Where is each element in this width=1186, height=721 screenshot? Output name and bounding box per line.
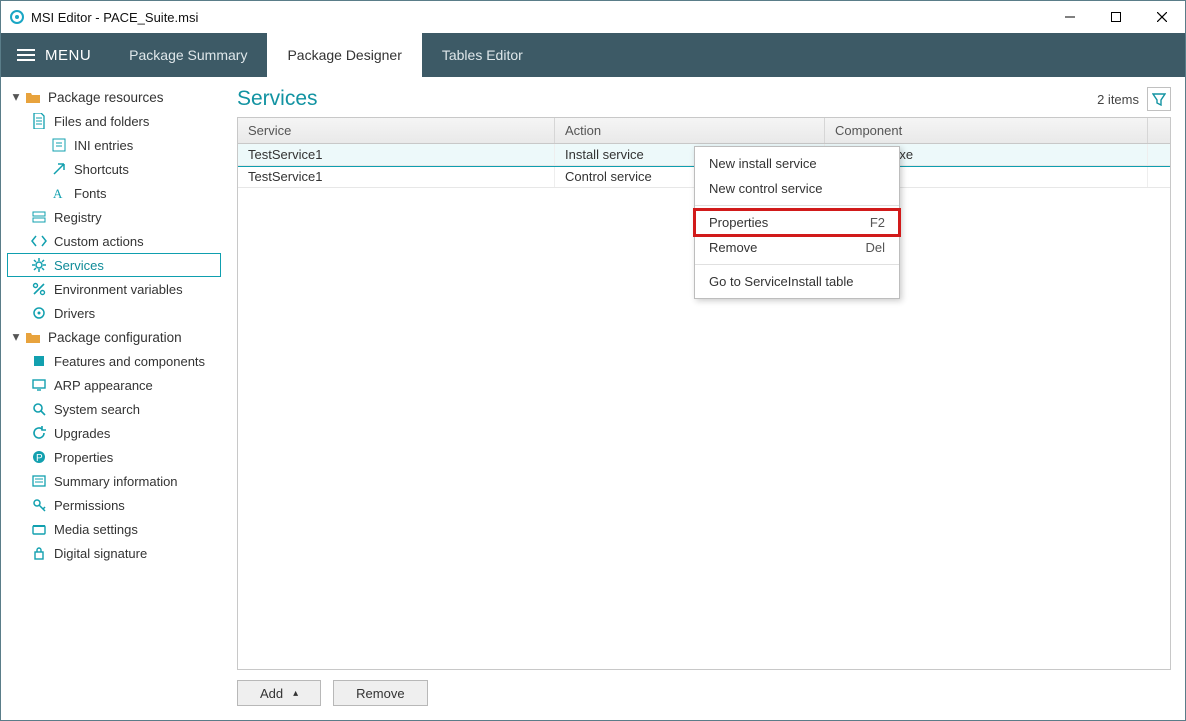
folder-icon (24, 330, 42, 344)
tree-item-upgrades[interactable]: Upgrades (7, 421, 221, 445)
tree-item-ini-entries[interactable]: INI entries (7, 133, 221, 157)
lock-icon (30, 546, 48, 560)
tree-item-properties[interactable]: P Properties (7, 445, 221, 469)
monitor-icon (30, 378, 48, 392)
ctx-new-control-service[interactable]: New control service (695, 176, 899, 201)
refresh-icon (30, 426, 48, 440)
col-header-action[interactable]: Action (555, 118, 825, 143)
tree-item-features-components[interactable]: Features and components (7, 349, 221, 373)
cell-menu (1148, 166, 1170, 187)
page-header: Services 2 items (237, 87, 1171, 111)
tree-group-package-resources[interactable]: ▾ Package resources (7, 85, 221, 109)
col-header-component[interactable]: Component (825, 118, 1148, 143)
ctx-goto-serviceinstall-table[interactable]: Go to ServiceInstall table (695, 269, 899, 294)
cell-menu (1148, 144, 1170, 165)
caret-up-icon: ▴ (293, 688, 298, 699)
gear-icon (30, 258, 48, 272)
tree-item-permissions[interactable]: Permissions (7, 493, 221, 517)
info-list-icon (30, 474, 48, 488)
ini-icon (50, 138, 68, 152)
caret-down-icon: ▾ (10, 89, 22, 105)
code-icon (30, 234, 48, 248)
percent-icon (30, 282, 48, 296)
app-window: MSI Editor - PACE_Suite.msi MENU Package… (0, 0, 1186, 721)
svg-text:P: P (36, 453, 43, 464)
cell-service: TestService1 (238, 166, 555, 187)
tree-item-drivers[interactable]: Drivers (7, 301, 221, 325)
menu-button[interactable]: MENU (1, 33, 109, 77)
tree-group-package-configuration[interactable]: ▾ Package configuration (7, 325, 221, 349)
context-menu: New install service New control service … (694, 146, 900, 299)
font-icon: A (50, 186, 68, 200)
tree-item-registry[interactable]: Registry (7, 205, 221, 229)
tree-item-shortcuts[interactable]: Shortcuts (7, 157, 221, 181)
tree-item-summary-information[interactable]: Summary information (7, 469, 221, 493)
driver-icon (30, 306, 48, 320)
key-icon (30, 498, 48, 512)
ctx-new-install-service[interactable]: New install service (695, 151, 899, 176)
cell-service: TestService1 (238, 144, 555, 165)
svg-text:A: A (53, 186, 63, 200)
add-button[interactable]: Add ▴ (237, 680, 321, 706)
caret-down-icon: ▾ (10, 329, 22, 345)
grid-header: Service Action Component (238, 118, 1170, 144)
tree-item-digital-signature[interactable]: Digital signature (7, 541, 221, 565)
body: ▾ Package resources Files and folders IN… (1, 77, 1185, 720)
tree-item-env-vars[interactable]: Environment variables (7, 277, 221, 301)
maximize-button[interactable] (1093, 1, 1139, 33)
document-icon (30, 113, 48, 129)
main-panel: Services 2 items Service Action Componen… (227, 77, 1185, 720)
folder-icon (24, 90, 42, 104)
ribbon-bar: MENU Package Summary Package Designer Ta… (1, 33, 1185, 77)
tree-item-custom-actions[interactable]: Custom actions (7, 229, 221, 253)
window-title: MSI Editor - PACE_Suite.msi (31, 10, 198, 25)
page-title: Services (237, 87, 1097, 111)
titlebar: MSI Editor - PACE_Suite.msi (1, 1, 1185, 33)
search-icon (30, 402, 48, 416)
items-count: 2 items (1097, 92, 1139, 107)
filter-button[interactable] (1147, 87, 1171, 111)
ctx-separator (695, 264, 899, 265)
shortcut-icon (50, 162, 68, 176)
registry-icon (30, 210, 48, 224)
ctx-remove[interactable]: Remove Del (695, 235, 899, 260)
ctx-properties[interactable]: Properties F2 (695, 210, 899, 235)
remove-button[interactable]: Remove (333, 680, 427, 706)
tree-item-system-search[interactable]: System search (7, 397, 221, 421)
sidebar: ▾ Package resources Files and folders IN… (1, 77, 227, 720)
minimize-button[interactable] (1047, 1, 1093, 33)
ctx-separator (695, 205, 899, 206)
menu-label: MENU (45, 47, 91, 64)
media-icon (30, 522, 48, 536)
tree-item-files-folders[interactable]: Files and folders (7, 109, 221, 133)
hamburger-icon (17, 49, 35, 61)
property-icon: P (30, 450, 48, 464)
col-header-spacer (1148, 118, 1170, 143)
tree-item-arp-appearance[interactable]: ARP appearance (7, 373, 221, 397)
tab-tables-editor[interactable]: Tables Editor (422, 33, 543, 77)
funnel-icon (1152, 92, 1166, 106)
tree-item-services[interactable]: Services (7, 253, 221, 277)
tree-item-fonts[interactable]: A Fonts (7, 181, 221, 205)
tree-item-media-settings[interactable]: Media settings (7, 517, 221, 541)
tab-package-summary[interactable]: Package Summary (109, 33, 267, 77)
tab-package-designer[interactable]: Package Designer (267, 33, 421, 77)
puzzle-icon (30, 354, 48, 368)
app-icon (9, 9, 25, 25)
footer-buttons: Add ▴ Remove (237, 680, 1171, 706)
close-button[interactable] (1139, 1, 1185, 33)
col-header-service[interactable]: Service (238, 118, 555, 143)
